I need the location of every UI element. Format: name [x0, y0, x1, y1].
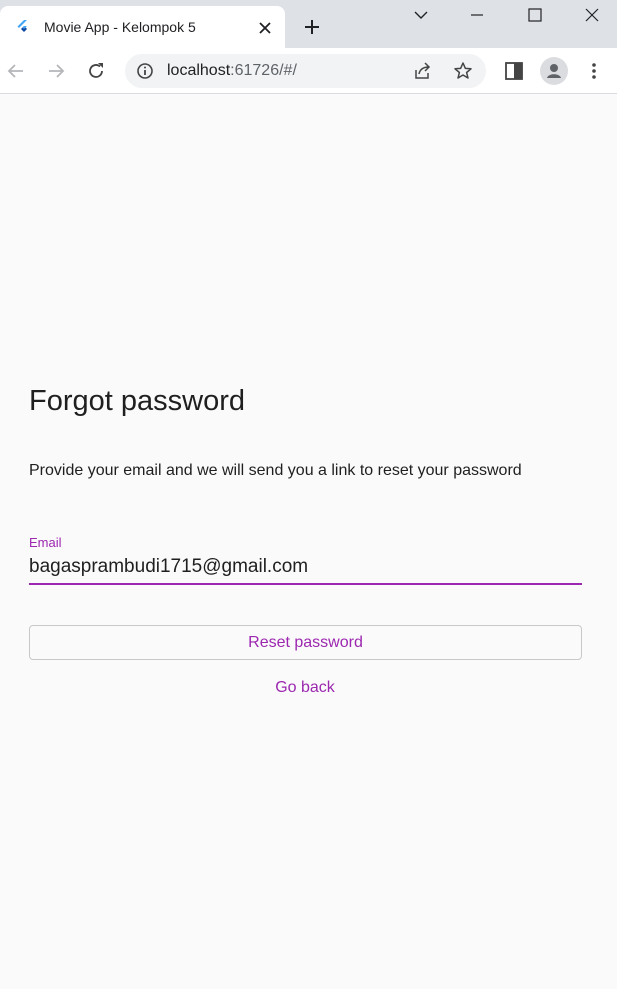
star-icon[interactable]: [453, 61, 473, 81]
page-content: Forgot password Provide your email and w…: [0, 95, 617, 989]
email-field[interactable]: [29, 551, 582, 585]
share-icon[interactable]: [413, 61, 433, 81]
url-rest: :61726/#/: [230, 62, 297, 79]
new-tab-icon[interactable]: [301, 16, 323, 38]
tab-search-icon[interactable]: [410, 4, 432, 26]
browser-tab[interactable]: Movie App - Kelompok 5: [0, 6, 285, 48]
tab-close-icon[interactable]: [257, 20, 273, 36]
tab-title: Movie App - Kelompok 5: [44, 19, 196, 35]
window-close-icon[interactable]: [581, 4, 603, 26]
url-text[interactable]: localhost:61726/#/: [167, 62, 297, 80]
tab-strip: Movie App - Kelompok 5: [0, 0, 617, 48]
minimize-icon[interactable]: [466, 4, 488, 26]
go-back-button[interactable]: Go back: [255, 673, 355, 703]
page-title: Forgot password: [29, 385, 245, 417]
info-icon[interactable]: [136, 62, 154, 80]
menu-icon[interactable]: [583, 60, 605, 82]
page-description: Provide your email and we will send you …: [29, 462, 522, 479]
side-panel-icon[interactable]: [503, 60, 525, 82]
browser-toolbar: localhost:61726/#/: [0, 48, 617, 94]
maximize-icon[interactable]: [524, 4, 546, 26]
email-label: Email: [29, 535, 62, 550]
flutter-icon: [17, 20, 27, 32]
back-icon[interactable]: [5, 60, 27, 82]
address-bar[interactable]: localhost:61726/#/: [125, 54, 486, 88]
reload-icon[interactable]: [85, 60, 107, 82]
profile-icon[interactable]: [540, 57, 568, 85]
reset-password-button[interactable]: Reset password: [29, 625, 582, 660]
forward-icon[interactable]: [45, 60, 67, 82]
url-host: localhost: [167, 62, 231, 79]
